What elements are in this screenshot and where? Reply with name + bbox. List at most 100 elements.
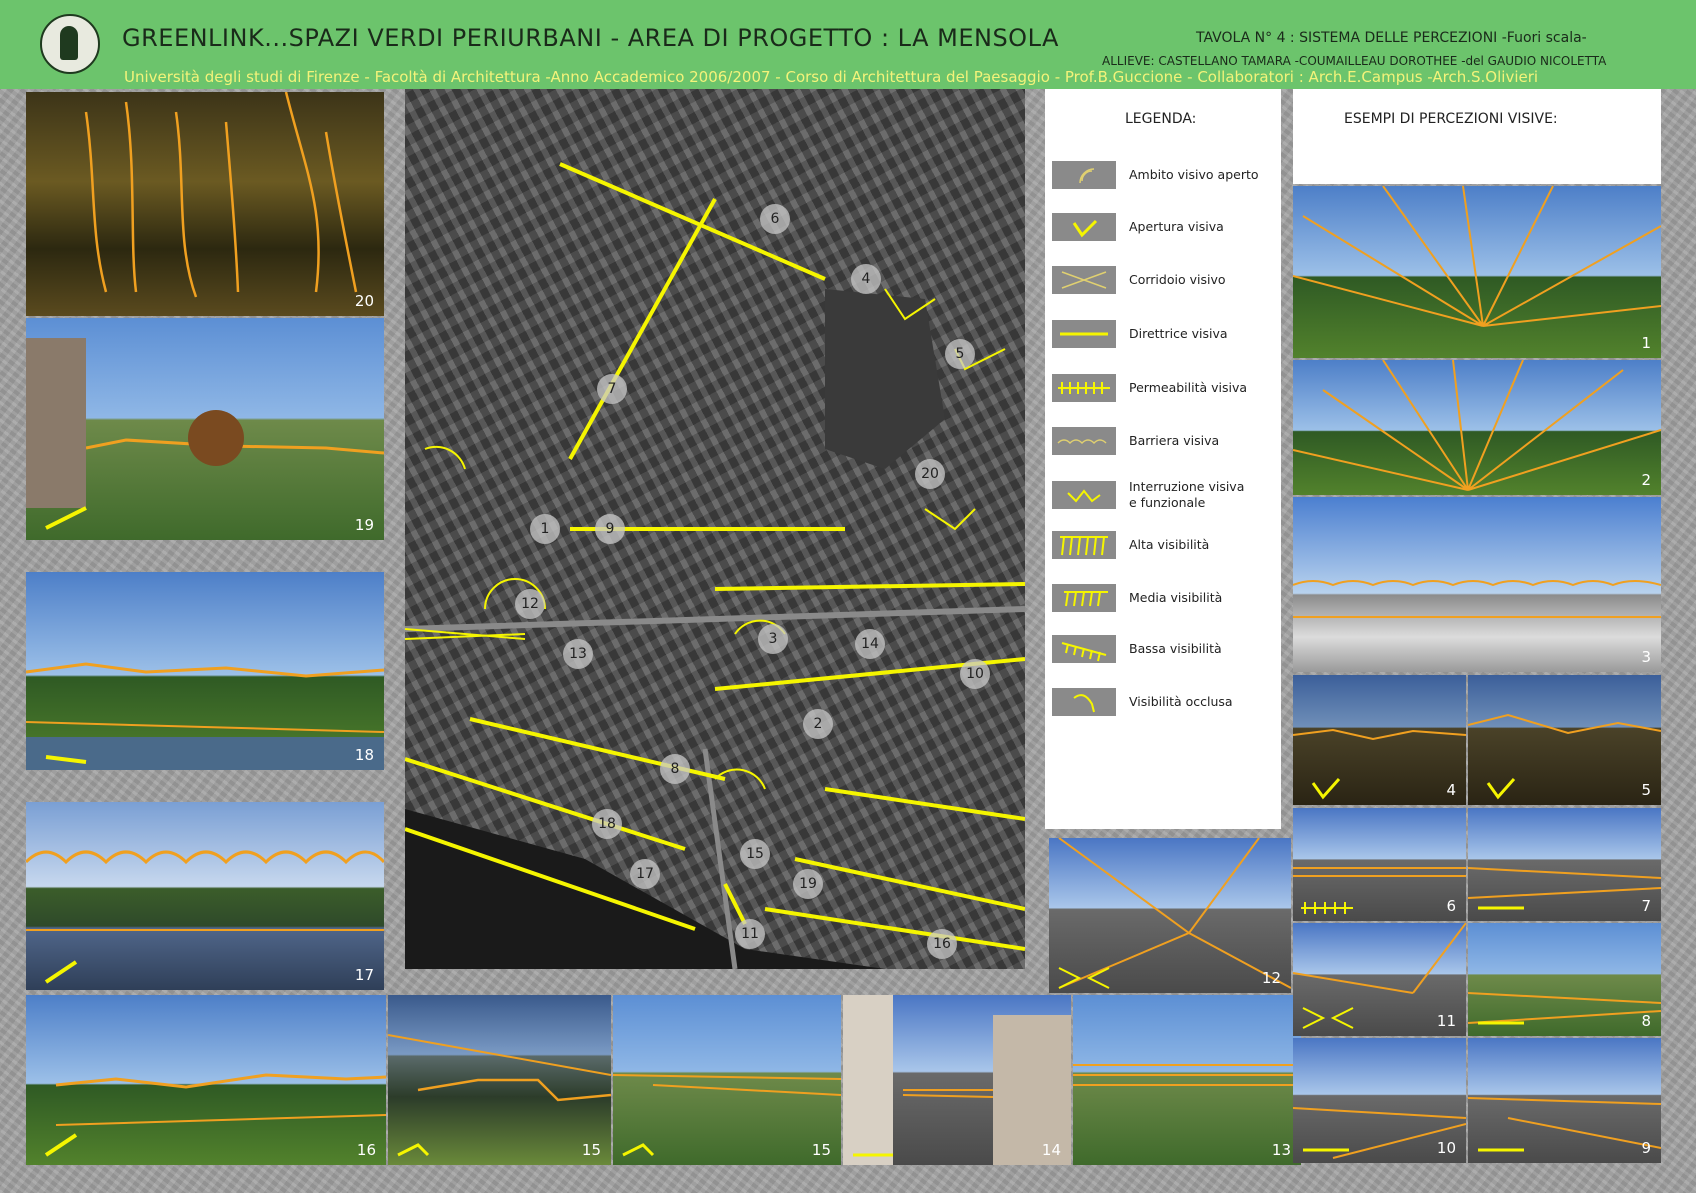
photo-number: 15 [581,1141,601,1159]
map-point-14: 14 [855,629,885,659]
photo-17: 17 [26,802,384,990]
map-point-10: 10 [960,659,990,689]
view-corridor-icon [1052,266,1116,294]
map-point-2: 2 [803,709,833,739]
photo-number: 8 [1641,1012,1651,1030]
photo-15a: 15 [388,995,611,1165]
photo-12-overlay [1058,838,1291,989]
legend-panel: LEGENDA: Ambito visivo aperto Apertura v… [1045,89,1281,829]
photo-1-overlay [1293,186,1661,327]
page-title: GREENLINK...SPAZI VERDI PERIURBANI - ARE… [122,24,1059,52]
photo-9: 9 [1468,1038,1661,1163]
photo-15b: 15 [613,995,841,1165]
photo-number: 4 [1446,781,1456,799]
photo-number: 12 [1261,969,1281,987]
photo-6: 6 [1293,808,1466,921]
map-point-4: 4 [851,264,881,294]
photo-19: 19 [26,318,384,540]
map-point-6: 6 [760,204,790,234]
aerial-map: 1 2 3 4 5 6 7 8 9 10 11 12 13 14 15 16 1… [405,89,1025,969]
photo-18: 18 [26,572,384,770]
photo-20: 20 [26,92,384,316]
legend-item-media: Media visibilità [1049,584,1281,614]
photo-15a-overlay [388,1034,611,1157]
view-direction-icon [1052,320,1116,348]
photo-20-overlay [84,92,358,298]
permeability-icon [1052,374,1116,402]
map-point-5: 5 [945,339,975,369]
photo-number: 20 [354,292,374,310]
photo-6-overlay [1293,867,1466,914]
header: GREENLINK...SPAZI VERDI PERIURBANI - ARE… [0,0,1696,89]
legend-item-occlusa: Visibilità occlusa [1049,688,1281,718]
photo-14-overlay [843,995,1071,1165]
photo-3-overlay [1293,580,1661,618]
photo-17-overlay [26,850,384,984]
legend-item-apertura: Apertura visiva [1049,213,1281,243]
barrier-icon [1052,427,1116,455]
map-point-12: 12 [515,589,545,619]
photo-1: 1 [1293,186,1661,358]
university-seal-logo [40,14,100,74]
photo-number: 16 [356,1141,376,1159]
map-point-7: 7 [597,374,627,404]
photo-number: 14 [1041,1141,1061,1159]
high-visibility-icon [1052,531,1116,559]
open-view-icon [1052,161,1116,189]
map-point-15: 15 [740,839,770,869]
map-point-19: 19 [793,869,823,899]
map-overlay [405,162,1025,969]
photo-18-overlay [26,662,384,770]
photo-number: 11 [1436,1012,1456,1030]
legend-item-bassa: Bassa visibilità [1049,635,1281,665]
map-point-18: 18 [592,809,622,839]
photo-4: 4 [1293,675,1466,805]
map-point-20: 20 [915,459,945,489]
photo-number: 18 [354,746,374,764]
map-point-9: 9 [595,514,625,544]
legend-item-interruzione: Interruzione visiva e funzionale [1049,479,1281,511]
legend-item-alta: Alta visibilità [1049,531,1281,561]
photo-9-overlay [1468,1097,1661,1152]
legend-item-corridoio: Corridoio visivo [1049,266,1281,296]
photo-number: 3 [1641,648,1651,666]
photo-5: 5 [1468,675,1661,805]
photo-number: 6 [1446,897,1456,915]
photo-5-overlay [1468,713,1661,800]
legend-item-permeabilita: Permeabilità visiva [1049,374,1281,404]
photo-19-overlay [26,338,384,530]
photo-2-overlay [1293,360,1661,491]
photo-7-overlay [1468,867,1661,910]
interruption-icon [1052,481,1116,509]
map-point-3: 3 [758,624,788,654]
photo-7: 7 [1468,808,1661,921]
photo-8-overlay [1468,992,1661,1025]
photo-number: 2 [1641,471,1651,489]
photo-number: 15 [811,1141,831,1159]
photo-8: 8 [1468,923,1661,1036]
map-point-8: 8 [660,754,690,784]
photo-number: 13 [1271,1141,1291,1159]
examples-title: ESEMPI DI PERCEZIONI VISIVE: [1344,111,1558,127]
allievi-label: ALLIEVE: CASTELLANO TAMARA -COUMAILLEAU … [1102,54,1607,68]
photo-number: 7 [1641,897,1651,915]
photo-14: 14 [843,995,1071,1165]
map-point-17: 17 [630,859,660,889]
photo-15b-overlay [613,1074,841,1157]
tavola-label: TAVOLA N° 4 : SISTEMA DELLE PERCEZIONI -… [1196,30,1587,46]
photo-4-overlay [1293,728,1466,800]
photo-16-overlay [44,1073,386,1157]
photo-11: 11 [1293,923,1466,1036]
photo-13-overlay [1073,1064,1301,1086]
photo-10: 10 [1293,1038,1466,1163]
photo-16: 16 [26,995,386,1165]
map-point-1: 1 [530,514,560,544]
photo-3: 3 [1293,497,1661,672]
photo-number: 10 [1436,1139,1456,1157]
low-visibility-icon [1052,635,1116,663]
photo-number: 5 [1641,781,1651,799]
legend-title: LEGENDA: [1125,111,1197,127]
map-point-13: 13 [563,639,593,669]
legend-item-ambito: Ambito visivo aperto [1049,161,1281,191]
map-point-11: 11 [735,919,765,949]
